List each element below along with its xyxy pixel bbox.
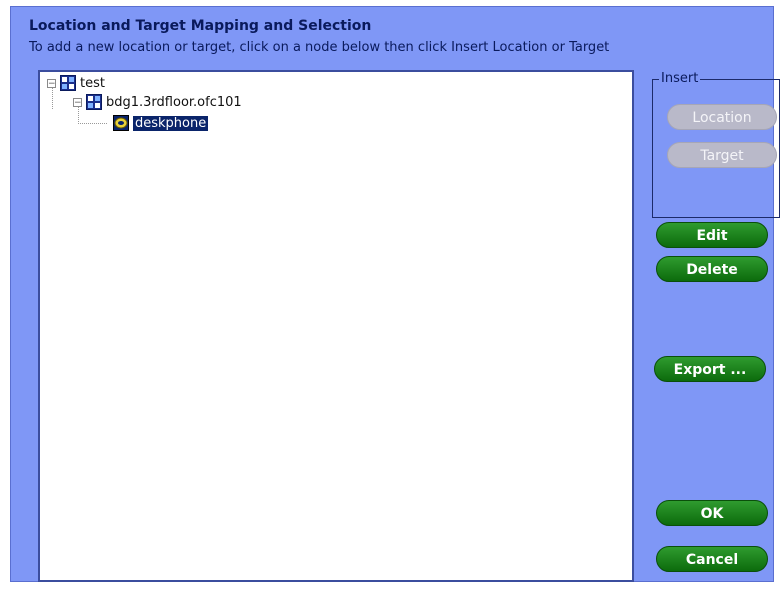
tree-node-label: bdg1.3rdfloor.ofc101 — [106, 94, 242, 110]
delete-button[interactable]: Delete — [656, 256, 768, 282]
tree-node-label: deskphone — [133, 115, 209, 131]
export-button[interactable]: Export ... — [654, 356, 766, 382]
location-grid-icon — [60, 75, 76, 91]
insert-target-button[interactable]: Target — [667, 142, 777, 168]
tree-node-bdg1[interactable]: − bdg1.3rdfloor.ofc101 — [73, 93, 242, 111]
insert-group-legend: Insert — [659, 71, 701, 86]
mapping-dialog: Location and Target Mapping and Selectio… — [10, 6, 780, 582]
tree-node-deskphone[interactable]: deskphone — [113, 114, 209, 132]
cancel-button[interactable]: Cancel — [656, 546, 768, 572]
tree-node-test[interactable]: − test — [47, 74, 105, 92]
edit-button[interactable]: Edit — [656, 222, 768, 248]
ok-button[interactable]: OK — [656, 500, 768, 526]
collapse-toggle-icon[interactable]: − — [73, 97, 82, 107]
collapse-toggle-icon[interactable]: − — [47, 78, 56, 88]
dialog-instructions: To add a new location or target, click o… — [29, 40, 610, 55]
location-grid-icon — [86, 94, 102, 110]
insert-group: Insert Location Target — [652, 71, 780, 218]
tree-node-label: test — [80, 75, 105, 91]
target-phone-icon — [113, 115, 129, 131]
location-target-tree[interactable]: − test − bdg1.3rdfloor.ofc101 deskphone — [38, 70, 634, 582]
insert-location-button[interactable]: Location — [667, 104, 777, 130]
dialog-title: Location and Target Mapping and Selectio… — [29, 18, 372, 34]
